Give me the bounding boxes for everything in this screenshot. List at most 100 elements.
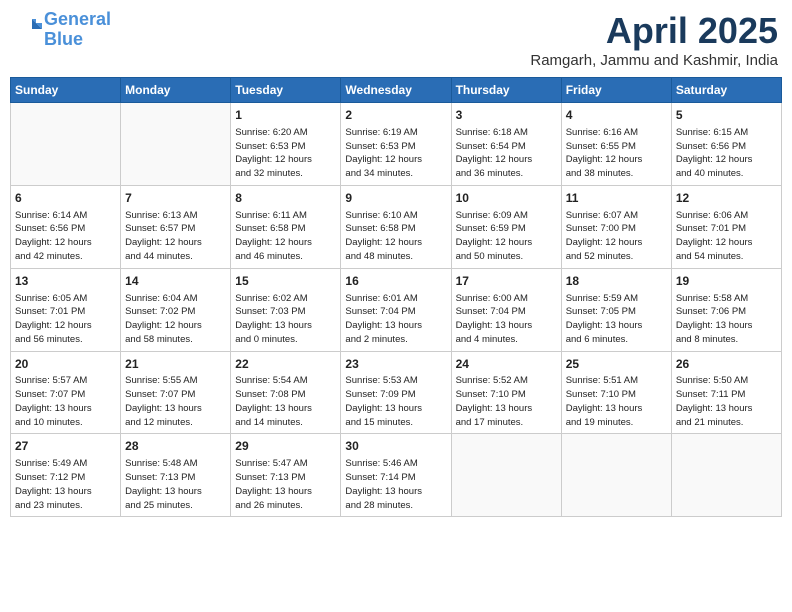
day-info: Sunrise: 5:58 AMSunset: 7:06 PMDaylight:… bbox=[676, 292, 777, 347]
calendar-cell: 18 Sunrise: 5:59 AMSunset: 7:05 PMDayligh… bbox=[561, 268, 671, 351]
day-number: 4 bbox=[566, 107, 667, 124]
header-row: Sunday Monday Tuesday Wednesday Thursday… bbox=[11, 78, 782, 103]
calendar-cell: 2 Sunrise: 6:19 AMSunset: 6:53 PMDaylight… bbox=[341, 103, 451, 186]
day-info: Sunrise: 5:54 AMSunset: 7:08 PMDaylight:… bbox=[235, 374, 336, 429]
day-number: 22 bbox=[235, 356, 336, 373]
calendar-week-4: 20Sunrise: 5:57 AMSunset: 7:07 PMDayligh… bbox=[11, 351, 782, 434]
day-number: 24 bbox=[456, 356, 557, 373]
calendar-week-5: 27 Sunrise: 5:49 AMSunset: 7:12 PMDayligh… bbox=[11, 434, 782, 517]
day-number: 30 bbox=[345, 438, 446, 455]
month-title: April 2025 bbox=[530, 10, 778, 52]
day-number: 23 bbox=[345, 356, 446, 373]
day-number: 27 bbox=[15, 438, 116, 455]
day-info: Sunrise: 5:55 AMSunset: 7:07 PMDaylight:… bbox=[125, 374, 226, 429]
calendar-cell: 21Sunrise: 5:55 AMSunset: 7:07 PMDayligh… bbox=[121, 351, 231, 434]
calendar-week-3: 13Sunrise: 6:05 AMSunset: 7:01 PMDayligh… bbox=[11, 268, 782, 351]
day-info: Sunrise: 6:05 AMSunset: 7:01 PMDaylight:… bbox=[15, 292, 116, 347]
calendar-cell: 3Sunrise: 6:18 AMSunset: 6:54 PMDaylight… bbox=[451, 103, 561, 186]
calendar-cell bbox=[671, 434, 781, 517]
logo-text: GeneralBlue bbox=[44, 10, 111, 50]
header-friday: Friday bbox=[561, 78, 671, 103]
calendar-cell: 6 Sunrise: 6:14 AMSunset: 6:56 PMDaylight… bbox=[11, 185, 121, 268]
day-number: 15 bbox=[235, 273, 336, 290]
day-info: Sunrise: 5:47 AMSunset: 7:13 PMDaylight:… bbox=[235, 457, 336, 512]
day-info: Sunrise: 5:48 AMSunset: 7:13 PMDaylight:… bbox=[125, 457, 226, 512]
calendar-cell: 22Sunrise: 5:54 AMSunset: 7:08 PMDayligh… bbox=[231, 351, 341, 434]
day-info: Sunrise: 5:57 AMSunset: 7:07 PMDaylight:… bbox=[15, 374, 116, 429]
header-monday: Monday bbox=[121, 78, 231, 103]
calendar-cell: 25Sunrise: 5:51 AMSunset: 7:10 PMDayligh… bbox=[561, 351, 671, 434]
day-number: 6 bbox=[15, 190, 116, 207]
calendar-table: Sunday Monday Tuesday Wednesday Thursday… bbox=[10, 77, 782, 517]
calendar-cell: 20Sunrise: 5:57 AMSunset: 7:07 PMDayligh… bbox=[11, 351, 121, 434]
logo-icon bbox=[14, 15, 44, 45]
day-number: 29 bbox=[235, 438, 336, 455]
day-info: Sunrise: 6:20 AMSunset: 6:53 PMDaylight:… bbox=[235, 126, 336, 181]
day-info: Sunrise: 5:52 AMSunset: 7:10 PMDaylight:… bbox=[456, 374, 557, 429]
day-info: Sunrise: 5:46 AMSunset: 7:14 PMDaylight:… bbox=[345, 457, 446, 512]
day-number: 19 bbox=[676, 273, 777, 290]
day-number: 10 bbox=[456, 190, 557, 207]
day-info: Sunrise: 5:53 AMSunset: 7:09 PMDaylight:… bbox=[345, 374, 446, 429]
day-number: 3 bbox=[456, 107, 557, 124]
day-info: Sunrise: 5:49 AMSunset: 7:12 PMDaylight:… bbox=[15, 457, 116, 512]
day-info: Sunrise: 5:50 AMSunset: 7:11 PMDaylight:… bbox=[676, 374, 777, 429]
calendar-cell: 10 Sunrise: 6:09 AMSunset: 6:59 PMDayligh… bbox=[451, 185, 561, 268]
calendar-cell: 8 Sunrise: 6:11 AMSunset: 6:58 PMDaylight… bbox=[231, 185, 341, 268]
calendar-cell: 29 Sunrise: 5:47 AMSunset: 7:13 PMDayligh… bbox=[231, 434, 341, 517]
header-sunday: Sunday bbox=[11, 78, 121, 103]
calendar-cell: 19 Sunrise: 5:58 AMSunset: 7:06 PMDayligh… bbox=[671, 268, 781, 351]
calendar-cell: 5Sunrise: 6:15 AMSunset: 6:56 PMDaylight… bbox=[671, 103, 781, 186]
day-number: 21 bbox=[125, 356, 226, 373]
calendar-week-1: 1 Sunrise: 6:20 AMSunset: 6:53 PMDaylight… bbox=[11, 103, 782, 186]
day-info: Sunrise: 6:02 AMSunset: 7:03 PMDaylight:… bbox=[235, 292, 336, 347]
day-info: Sunrise: 6:01 AMSunset: 7:04 PMDaylight:… bbox=[345, 292, 446, 347]
day-number: 7 bbox=[125, 190, 226, 207]
calendar-cell: 14 Sunrise: 6:04 AMSunset: 7:02 PMDayligh… bbox=[121, 268, 231, 351]
header-tuesday: Tuesday bbox=[231, 78, 341, 103]
day-info: Sunrise: 6:10 AMSunset: 6:58 PMDaylight:… bbox=[345, 209, 446, 264]
day-info: Sunrise: 6:19 AMSunset: 6:53 PMDaylight:… bbox=[345, 126, 446, 181]
calendar-cell bbox=[451, 434, 561, 517]
calendar-cell: 1 Sunrise: 6:20 AMSunset: 6:53 PMDaylight… bbox=[231, 103, 341, 186]
calendar-cell: 17Sunrise: 6:00 AMSunset: 7:04 PMDayligh… bbox=[451, 268, 561, 351]
calendar-cell: 30 Sunrise: 5:46 AMSunset: 7:14 PMDayligh… bbox=[341, 434, 451, 517]
day-info: Sunrise: 6:15 AMSunset: 6:56 PMDaylight:… bbox=[676, 126, 777, 181]
calendar-cell: 28Sunrise: 5:48 AMSunset: 7:13 PMDayligh… bbox=[121, 434, 231, 517]
day-info: Sunrise: 6:04 AMSunset: 7:02 PMDaylight:… bbox=[125, 292, 226, 347]
day-number: 1 bbox=[235, 107, 336, 124]
header-thursday: Thursday bbox=[451, 78, 561, 103]
calendar-header: Sunday Monday Tuesday Wednesday Thursday… bbox=[11, 78, 782, 103]
day-number: 17 bbox=[456, 273, 557, 290]
day-info: Sunrise: 6:07 AMSunset: 7:00 PMDaylight:… bbox=[566, 209, 667, 264]
calendar-cell bbox=[121, 103, 231, 186]
day-number: 11 bbox=[566, 190, 667, 207]
logo: GeneralBlue bbox=[14, 10, 111, 50]
calendar-cell: 23Sunrise: 5:53 AMSunset: 7:09 PMDayligh… bbox=[341, 351, 451, 434]
calendar-cell: 15 Sunrise: 6:02 AMSunset: 7:03 PMDayligh… bbox=[231, 268, 341, 351]
day-info: Sunrise: 6:14 AMSunset: 6:56 PMDaylight:… bbox=[15, 209, 116, 264]
day-number: 18 bbox=[566, 273, 667, 290]
day-number: 12 bbox=[676, 190, 777, 207]
calendar-cell: 27 Sunrise: 5:49 AMSunset: 7:12 PMDayligh… bbox=[11, 434, 121, 517]
calendar-body: 1 Sunrise: 6:20 AMSunset: 6:53 PMDaylight… bbox=[11, 103, 782, 517]
page-header: GeneralBlue April 2025 Ramgarh, Jammu an… bbox=[10, 10, 782, 69]
calendar-cell: 7 Sunrise: 6:13 AMSunset: 6:57 PMDaylight… bbox=[121, 185, 231, 268]
calendar-cell bbox=[11, 103, 121, 186]
calendar-cell: 11 Sunrise: 6:07 AMSunset: 7:00 PMDayligh… bbox=[561, 185, 671, 268]
day-number: 2 bbox=[345, 107, 446, 124]
day-number: 20 bbox=[15, 356, 116, 373]
day-info: Sunrise: 6:13 AMSunset: 6:57 PMDaylight:… bbox=[125, 209, 226, 264]
day-number: 8 bbox=[235, 190, 336, 207]
calendar-cell: 9 Sunrise: 6:10 AMSunset: 6:58 PMDaylight… bbox=[341, 185, 451, 268]
day-info: Sunrise: 6:11 AMSunset: 6:58 PMDaylight:… bbox=[235, 209, 336, 264]
day-number: 9 bbox=[345, 190, 446, 207]
location-subtitle: Ramgarh, Jammu and Kashmir, India bbox=[530, 52, 778, 69]
title-area: April 2025 Ramgarh, Jammu and Kashmir, I… bbox=[530, 10, 778, 69]
calendar-cell: 24Sunrise: 5:52 AMSunset: 7:10 PMDayligh… bbox=[451, 351, 561, 434]
calendar-week-2: 6 Sunrise: 6:14 AMSunset: 6:56 PMDaylight… bbox=[11, 185, 782, 268]
day-number: 14 bbox=[125, 273, 226, 290]
day-info: Sunrise: 6:06 AMSunset: 7:01 PMDaylight:… bbox=[676, 209, 777, 264]
day-info: Sunrise: 5:59 AMSunset: 7:05 PMDaylight:… bbox=[566, 292, 667, 347]
day-info: Sunrise: 6:09 AMSunset: 6:59 PMDaylight:… bbox=[456, 209, 557, 264]
